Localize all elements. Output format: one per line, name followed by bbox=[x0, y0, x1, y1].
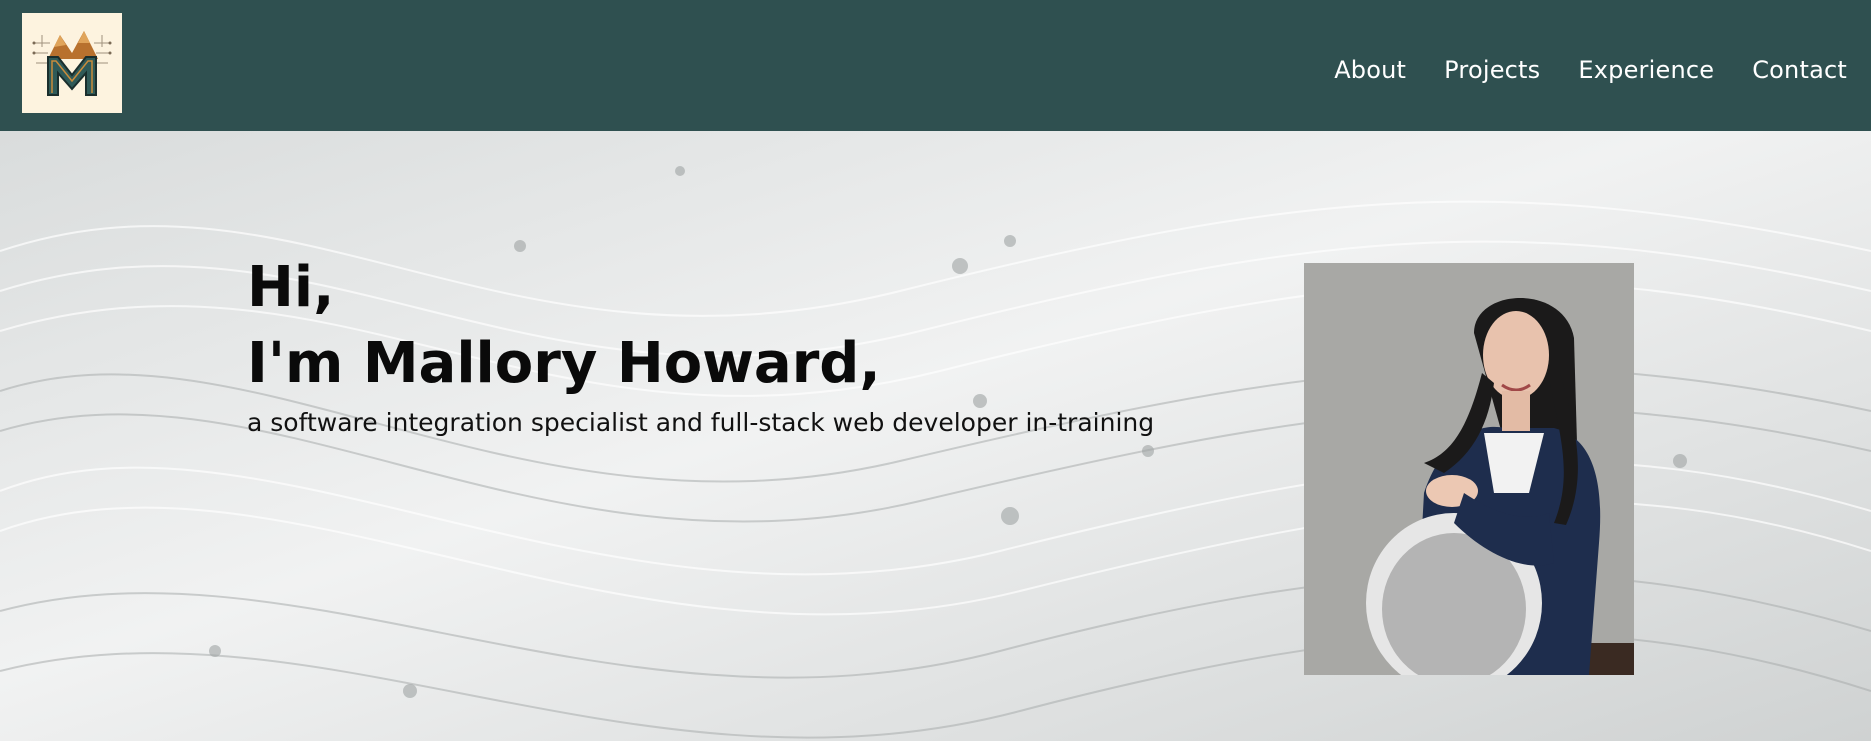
site-header: About Projects Experience Contact bbox=[0, 0, 1871, 131]
nav-contact-link[interactable]: Contact bbox=[1752, 56, 1847, 84]
profile-photo bbox=[1304, 263, 1634, 675]
nav-experience-link[interactable]: Experience bbox=[1578, 56, 1714, 84]
m-logo-icon bbox=[22, 13, 122, 113]
greeting-heading: Hi, bbox=[247, 255, 335, 320]
nav-projects-link[interactable]: Projects bbox=[1444, 56, 1540, 84]
portrait-image bbox=[1304, 263, 1634, 675]
nav-about-link[interactable]: About bbox=[1334, 56, 1406, 84]
tagline-text: a software integration specialist and fu… bbox=[247, 408, 1155, 437]
logo[interactable] bbox=[22, 13, 122, 113]
main-nav: About Projects Experience Contact bbox=[1334, 56, 1847, 84]
hero-section: Hi, I'm Mallory Howard, a software integ… bbox=[0, 131, 1871, 741]
name-heading: I'm Mallory Howard, bbox=[247, 331, 881, 396]
